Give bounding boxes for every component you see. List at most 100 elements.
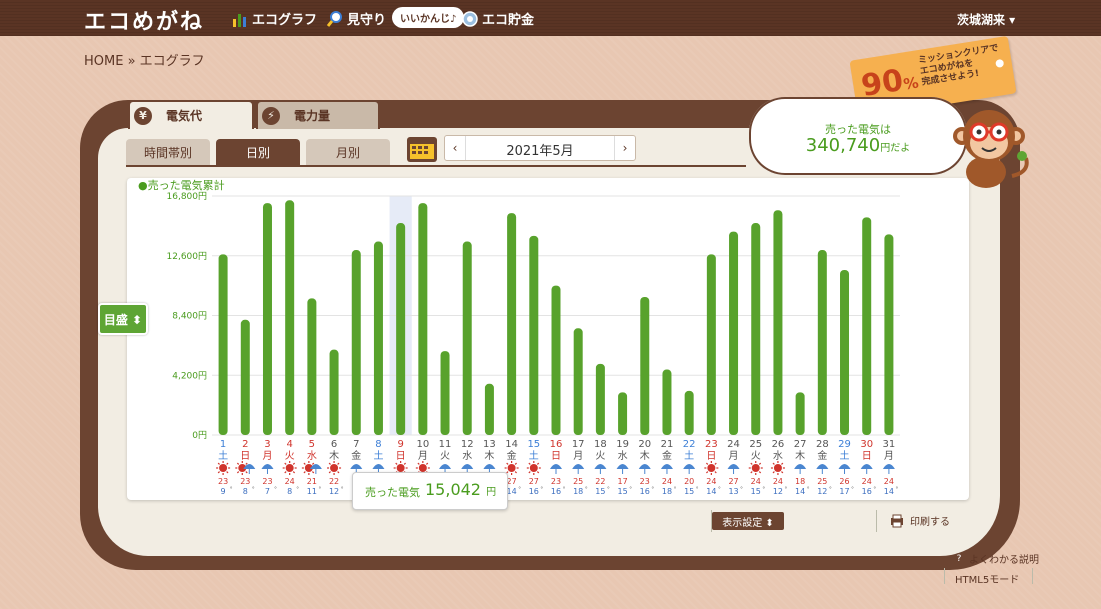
degree-mark: °	[673, 486, 676, 493]
umbrella-icon	[638, 464, 651, 469]
divider	[876, 510, 877, 532]
temp-high-label: 24	[884, 477, 894, 486]
x-weekday-label: 木	[640, 450, 650, 462]
umbrella-icon	[616, 464, 629, 469]
degree-mark: °	[274, 486, 277, 493]
degree-mark: °	[318, 486, 321, 493]
temp-low-label: 7	[265, 487, 270, 496]
bar	[462, 241, 472, 435]
x-weekday-label: 火	[285, 450, 295, 462]
x-weekday-label: 月	[573, 450, 583, 462]
help-label: よくわかる説明	[969, 555, 1039, 566]
temp-high-label: 23	[551, 477, 561, 486]
degree-mark: °	[629, 486, 632, 493]
temp-low-label: 14	[507, 487, 517, 496]
sun-icon	[748, 461, 763, 475]
temp-high-label: 23	[240, 477, 250, 486]
temp-high-label: 24	[751, 477, 761, 486]
temp-low-label: 12	[773, 487, 783, 496]
temp-low-label: 18	[573, 487, 583, 496]
x-weekday-label: 水	[462, 450, 472, 462]
temp-low-label: 13	[728, 487, 738, 496]
temp-low-label: 17	[839, 487, 849, 496]
bar	[440, 351, 450, 435]
x-weekday-label: 火	[440, 450, 450, 462]
x-weekday-label: 火	[595, 450, 605, 462]
degree-mark: °	[607, 486, 610, 493]
temp-high-label: 24	[773, 477, 783, 486]
degree-mark: °	[784, 486, 787, 493]
temp-high-label: 22	[595, 477, 605, 486]
html5-mode-link[interactable]: HTML5モード	[955, 571, 1019, 586]
umbrella-icon	[350, 464, 363, 469]
x-weekday-label: 月	[884, 450, 894, 462]
x-weekday-label: 月	[262, 450, 272, 462]
x-day-label: 11	[439, 439, 452, 450]
degree-mark: °	[895, 486, 898, 493]
bar	[640, 297, 650, 435]
bar	[218, 254, 228, 435]
x-day-label: 24	[727, 439, 740, 450]
help-link[interactable]: ? よくわかる説明	[953, 551, 1039, 566]
temp-low-label: 8	[287, 487, 292, 496]
x-day-label: 7	[353, 439, 359, 450]
degree-mark: °	[296, 486, 299, 493]
bar	[484, 383, 494, 435]
bar	[351, 250, 361, 435]
y-tick-label: 12,600円	[167, 251, 208, 262]
umbrella-icon	[683, 464, 696, 469]
x-weekday-label: 土	[373, 449, 383, 462]
sun-icon	[770, 461, 785, 475]
temp-low-label: 15	[595, 487, 605, 496]
umbrella-icon	[794, 464, 807, 469]
x-weekday-label: 水	[618, 450, 628, 462]
bar-tooltip: 売った電気 15,042 円	[352, 472, 508, 510]
temp-high-label: 24	[285, 477, 295, 486]
bar	[329, 349, 339, 435]
question-icon: ?	[953, 552, 965, 565]
degree-mark: °	[540, 486, 543, 493]
temp-low-label: 15	[751, 487, 761, 496]
x-day-label: 23	[705, 439, 718, 450]
sun-icon	[526, 461, 541, 475]
bar	[507, 213, 517, 435]
bar	[662, 369, 672, 435]
x-day-label: 8	[375, 439, 381, 450]
bar	[884, 234, 894, 435]
temp-low-label: 15	[617, 487, 627, 496]
temp-low-label: 12	[817, 487, 827, 496]
sun-icon	[327, 461, 342, 475]
temp-low-label: 14	[884, 487, 894, 496]
x-day-label: 19	[616, 439, 629, 450]
degree-mark: °	[696, 486, 699, 493]
temp-high-label: 24	[662, 477, 672, 486]
x-day-label: 27	[794, 439, 807, 450]
degree-mark: °	[829, 486, 832, 493]
printer-icon	[891, 514, 903, 527]
x-weekday-label: 土	[218, 449, 228, 462]
degree-mark: °	[230, 486, 233, 493]
temp-high-label: 21	[307, 477, 317, 486]
temp-low-label: 12	[329, 487, 339, 496]
display-settings-button[interactable]: 表示設定 ⬍	[712, 512, 784, 530]
x-weekday-label: 水	[307, 450, 317, 462]
print-button[interactable]: 印刷する	[890, 513, 950, 528]
x-weekday-label: 金	[662, 449, 672, 462]
y-tick-label: 4,200円	[172, 370, 207, 381]
temp-low-label: 9	[221, 487, 226, 496]
bar	[729, 231, 739, 435]
x-day-label: 16	[550, 439, 563, 450]
temp-low-label: 14	[706, 487, 716, 496]
bar	[817, 250, 827, 435]
x-weekday-label: 金	[507, 449, 517, 462]
x-weekday-label: 日	[706, 451, 716, 462]
x-day-label: 15	[527, 439, 540, 450]
umbrella-icon	[261, 464, 274, 469]
temp-low-label: 14	[795, 487, 805, 496]
umbrella-icon	[727, 464, 740, 469]
degree-mark: °	[851, 486, 854, 493]
temp-high-label: 26	[839, 477, 849, 486]
bar	[418, 203, 428, 435]
umbrella-icon	[882, 464, 895, 469]
tooltip-label: 売った電気	[365, 486, 420, 499]
